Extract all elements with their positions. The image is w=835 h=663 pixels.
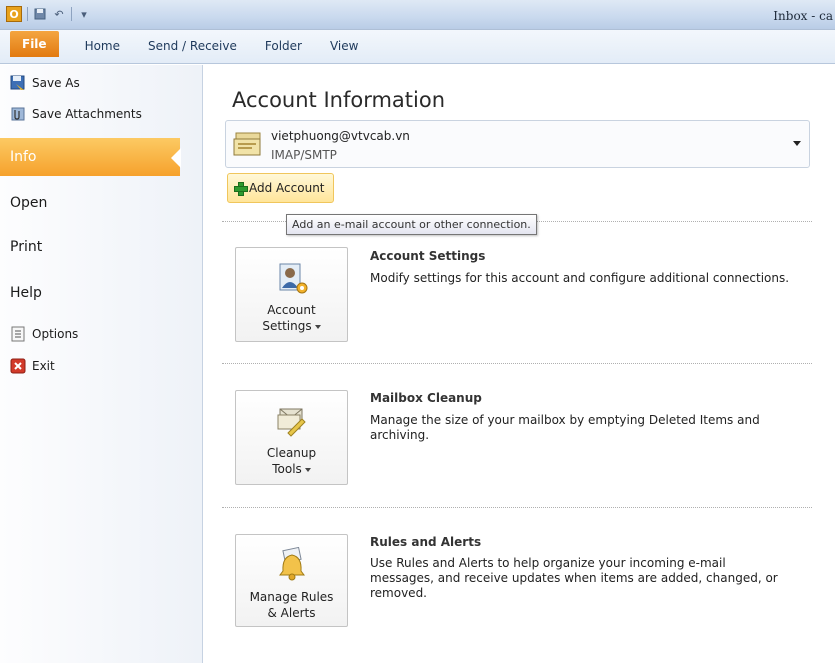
plus-icon	[234, 182, 248, 196]
account-email: vietphuong@vtvcab.vn	[271, 129, 410, 143]
dropdown-caret-icon	[314, 324, 321, 329]
nav-save-as-label: Save As	[32, 76, 80, 90]
exit-icon	[10, 358, 26, 374]
nav-options[interactable]: Options	[10, 324, 78, 344]
add-account-button[interactable]: Add Account	[227, 173, 334, 203]
quick-access-toolbar: O ↶ ▾	[6, 6, 91, 22]
cleanup-tools-icon	[274, 403, 310, 439]
ribbon-tab-bar: File Home Send / Receive Folder View	[0, 30, 835, 64]
button-label-line2: Tools	[272, 462, 302, 476]
tab-folder[interactable]: Folder	[251, 34, 316, 58]
email-account-icon	[232, 129, 264, 159]
nav-info[interactable]: Info	[0, 138, 181, 176]
nav-exit-label: Exit	[32, 359, 55, 373]
add-account-label: Add Account	[249, 181, 325, 195]
account-settings-title: Account Settings	[370, 249, 486, 263]
dropdown-caret-icon	[304, 467, 311, 472]
nav-print[interactable]: Print	[0, 228, 190, 266]
account-settings-description: Modify settings for this account and con…	[370, 271, 790, 285]
mailbox-cleanup-title: Mailbox Cleanup	[370, 391, 482, 405]
account-settings-button[interactable]: Account Settings	[235, 247, 348, 342]
tab-send-receive[interactable]: Send / Receive	[134, 34, 251, 58]
title-bar: O ↶ ▾ Inbox - ca	[0, 0, 835, 30]
chevron-down-icon[interactable]	[793, 141, 801, 146]
button-label-line1: Cleanup	[266, 446, 317, 460]
rules-alerts-icon	[274, 546, 310, 583]
nav-save-as[interactable]: Save As	[10, 73, 80, 93]
tab-home[interactable]: Home	[71, 34, 134, 58]
outlook-logo-icon[interactable]: O	[6, 6, 22, 22]
rules-alerts-title: Rules and Alerts	[370, 535, 482, 549]
customize-toolbar-icon[interactable]: ▾	[77, 7, 91, 21]
button-label-line2: Settings	[262, 319, 312, 333]
nav-exit[interactable]: Exit	[10, 356, 55, 376]
button-label-line1: Manage Rules	[249, 590, 334, 604]
nav-save-attachments[interactable]: Save Attachments	[10, 104, 142, 124]
nav-open[interactable]: Open	[0, 184, 190, 222]
account-settings-icon	[274, 260, 310, 296]
undo-icon[interactable]: ↶	[52, 7, 66, 21]
add-account-tooltip: Add an e-mail account or other connectio…	[286, 214, 537, 235]
rules-alerts-description: Use Rules and Alerts to help organize yo…	[370, 556, 778, 600]
toolbar-separator	[71, 7, 72, 21]
cleanup-tools-button-label: Cleanup Tools	[267, 445, 316, 477]
toolbar-separator	[27, 7, 28, 21]
account-selector-dropdown[interactable]: vietphuong@vtvcab.vn IMAP/SMTP	[225, 120, 810, 168]
section-divider	[222, 363, 812, 364]
tab-file[interactable]: File	[10, 31, 59, 57]
window-title: Inbox - ca	[773, 9, 833, 23]
save-icon[interactable]	[33, 7, 47, 21]
nav-save-attachments-label: Save Attachments	[32, 107, 142, 121]
mailbox-cleanup-description: Manage the size of your mailbox by empty…	[370, 413, 760, 442]
section-divider	[222, 507, 812, 508]
cleanup-tools-button[interactable]: Cleanup Tools	[235, 390, 348, 485]
save-as-icon	[10, 75, 26, 91]
account-settings-button-label: Account Settings	[262, 302, 321, 334]
options-icon	[10, 326, 26, 342]
button-label-line1: Account	[267, 303, 316, 317]
account-type: IMAP/SMTP	[271, 148, 337, 162]
backstage-nav: Save As Save Attachments Info Open Print…	[0, 65, 203, 663]
manage-rules-alerts-button-label: Manage Rules & Alerts	[250, 589, 334, 621]
tab-view[interactable]: View	[316, 34, 372, 58]
nav-options-label: Options	[32, 327, 79, 341]
page-title: Account Information	[232, 88, 446, 112]
save-attachments-icon	[10, 106, 26, 122]
manage-rules-alerts-button[interactable]: Manage Rules & Alerts	[235, 534, 348, 627]
nav-help[interactable]: Help	[0, 274, 190, 312]
button-label-line2: & Alerts	[267, 606, 316, 620]
